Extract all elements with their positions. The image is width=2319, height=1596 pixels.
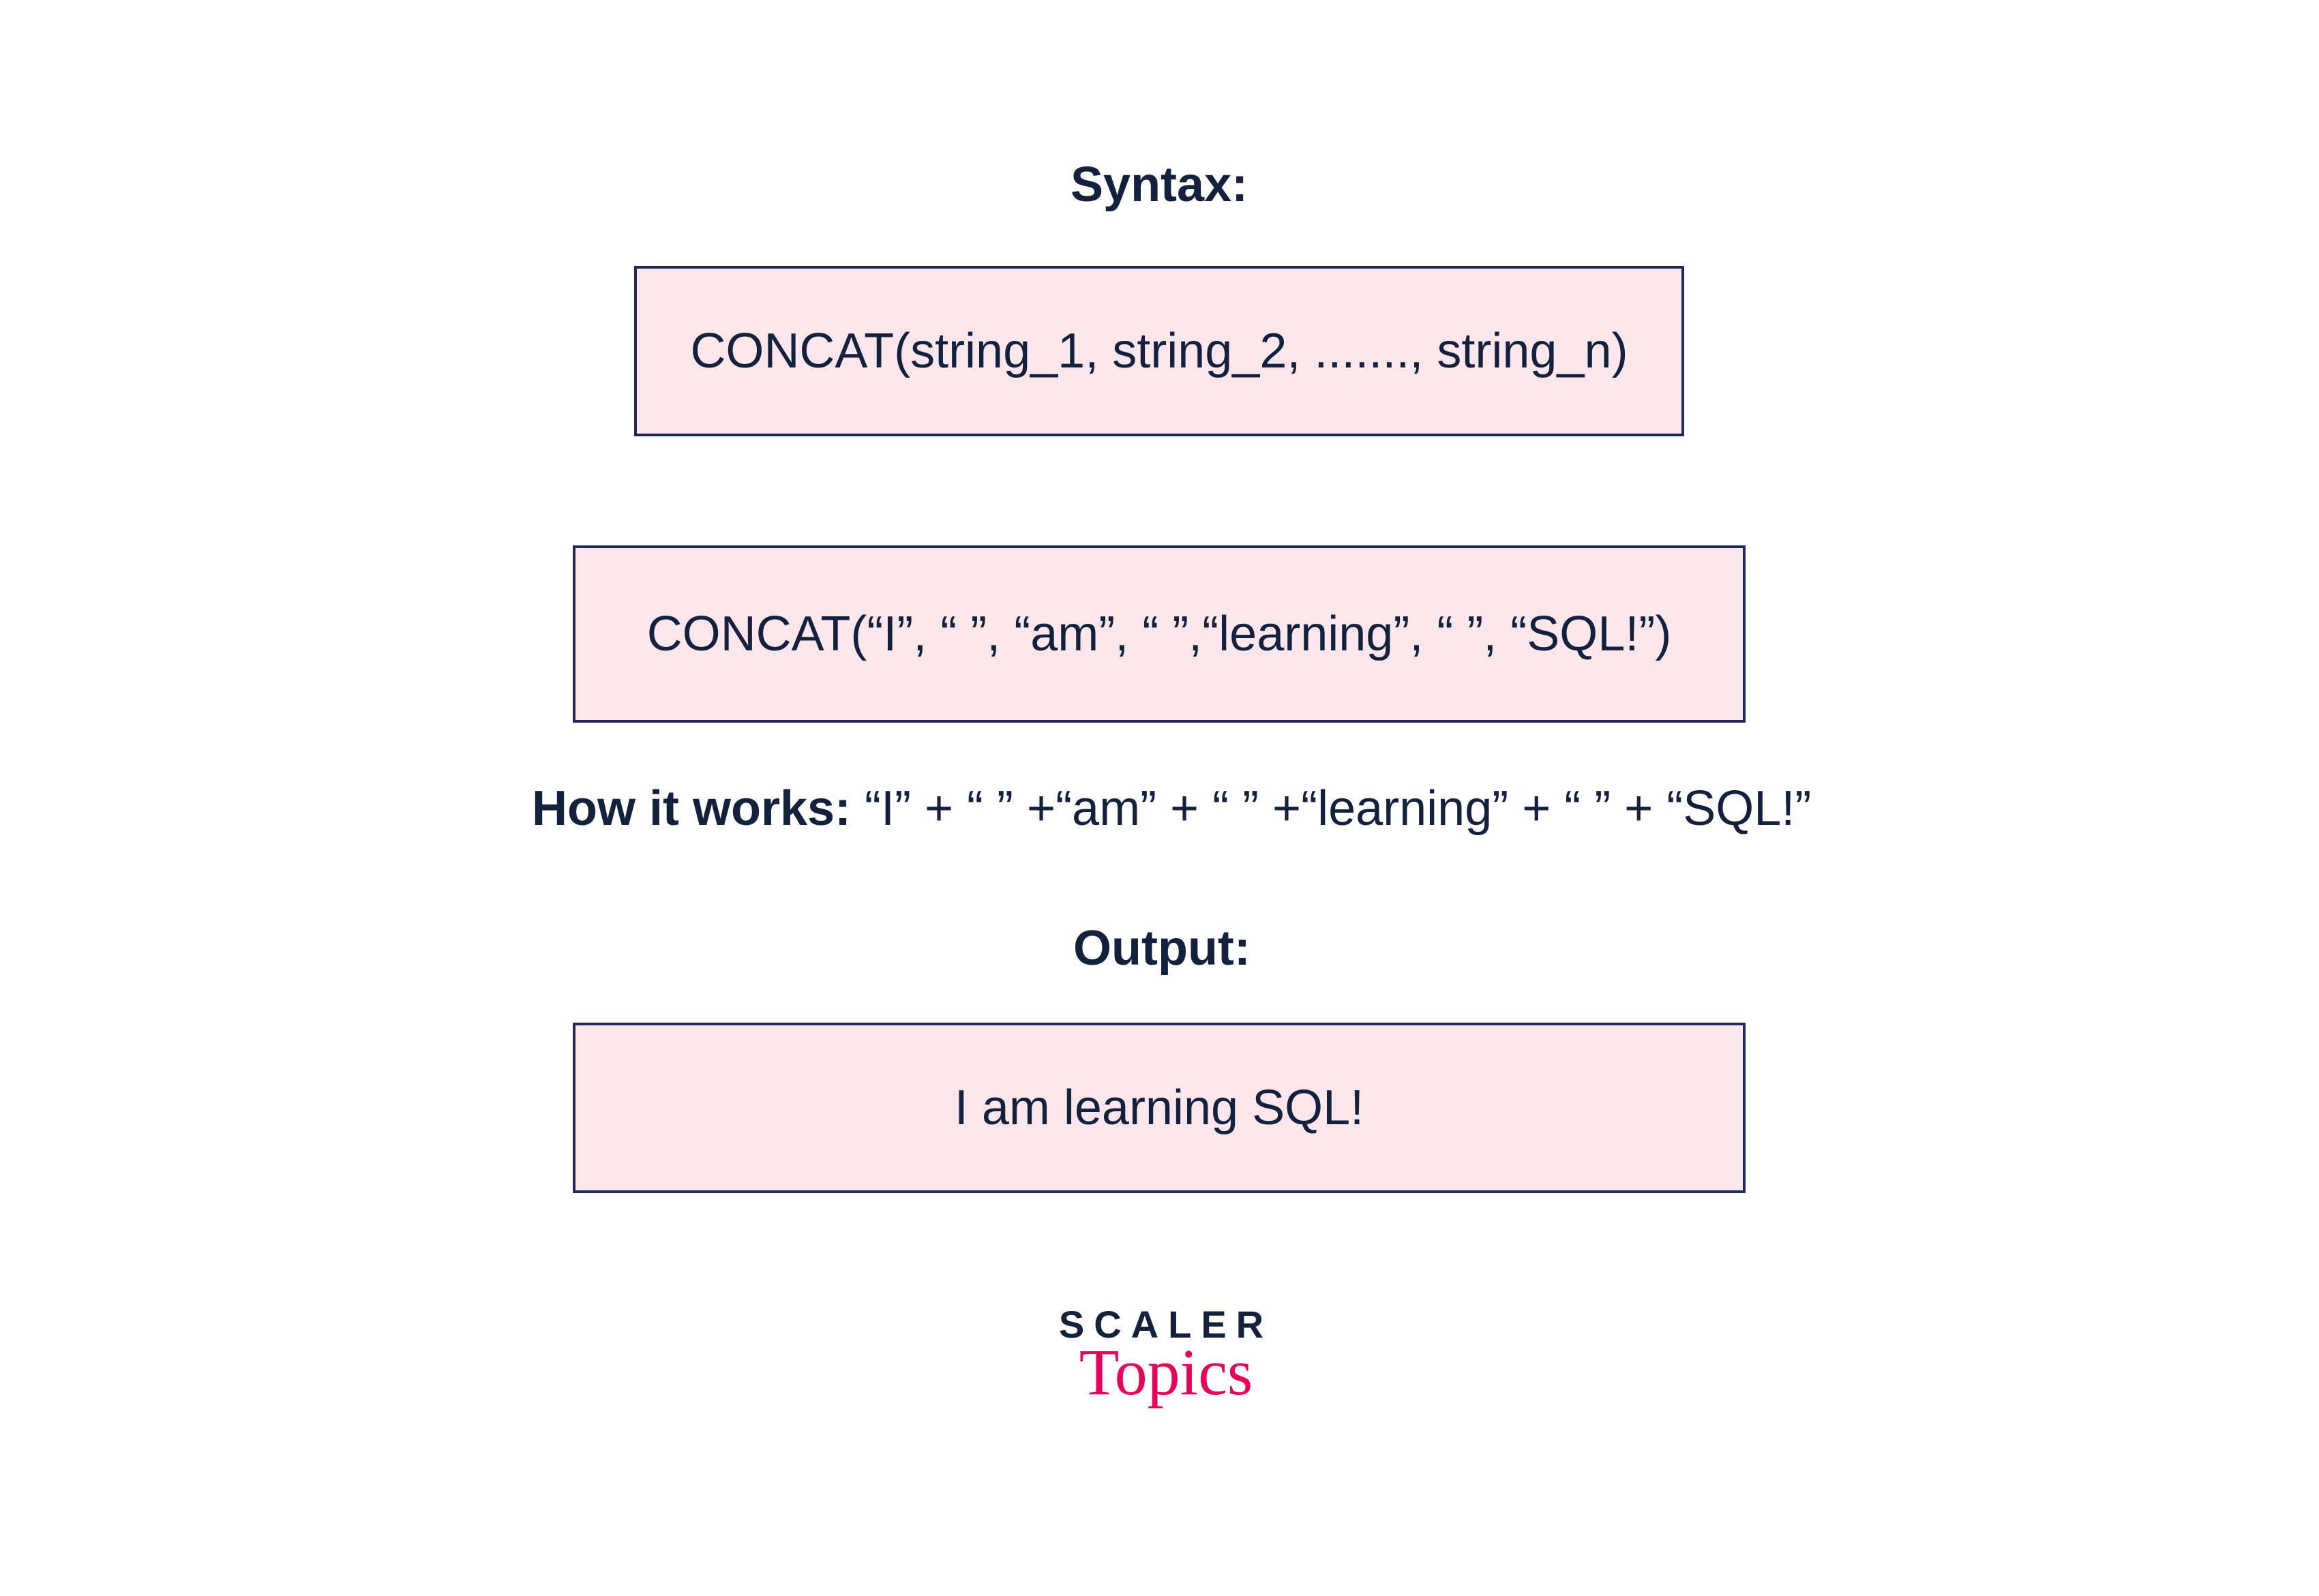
output-heading: Output: [1073,920,1251,976]
example-text: CONCAT(“I”, “ ”, “am”, “ ”,“learning”, “… [647,606,1672,662]
output-text: I am learning SQL! [955,1080,1364,1136]
example-box: CONCAT(“I”, “ ”, “am”, “ ”,“learning”, “… [573,545,1746,723]
how-label: How it works: [532,781,865,836]
logo-topics-word: Topics [1043,1334,1289,1410]
syntax-box: CONCAT(string_1, string_2, ......., stri… [634,266,1684,436]
syntax-heading: Syntax: [1071,157,1248,213]
syntax-text: CONCAT(string_1, string_2, ......., stri… [690,323,1628,379]
how-it-works-line: How it works: “I” + “ ” +“am” + “ ” +“le… [532,781,1811,837]
output-box: I am learning SQL! [573,1023,1746,1193]
how-expression: “I” + “ ” +“am” + “ ” +“learning” + “ ” … [865,781,1811,836]
scaler-topics-logo: SCALER Topics [1043,1302,1289,1410]
diagram-canvas: Syntax: CONCAT(string_1, string_2, .....… [0,0,2319,1596]
